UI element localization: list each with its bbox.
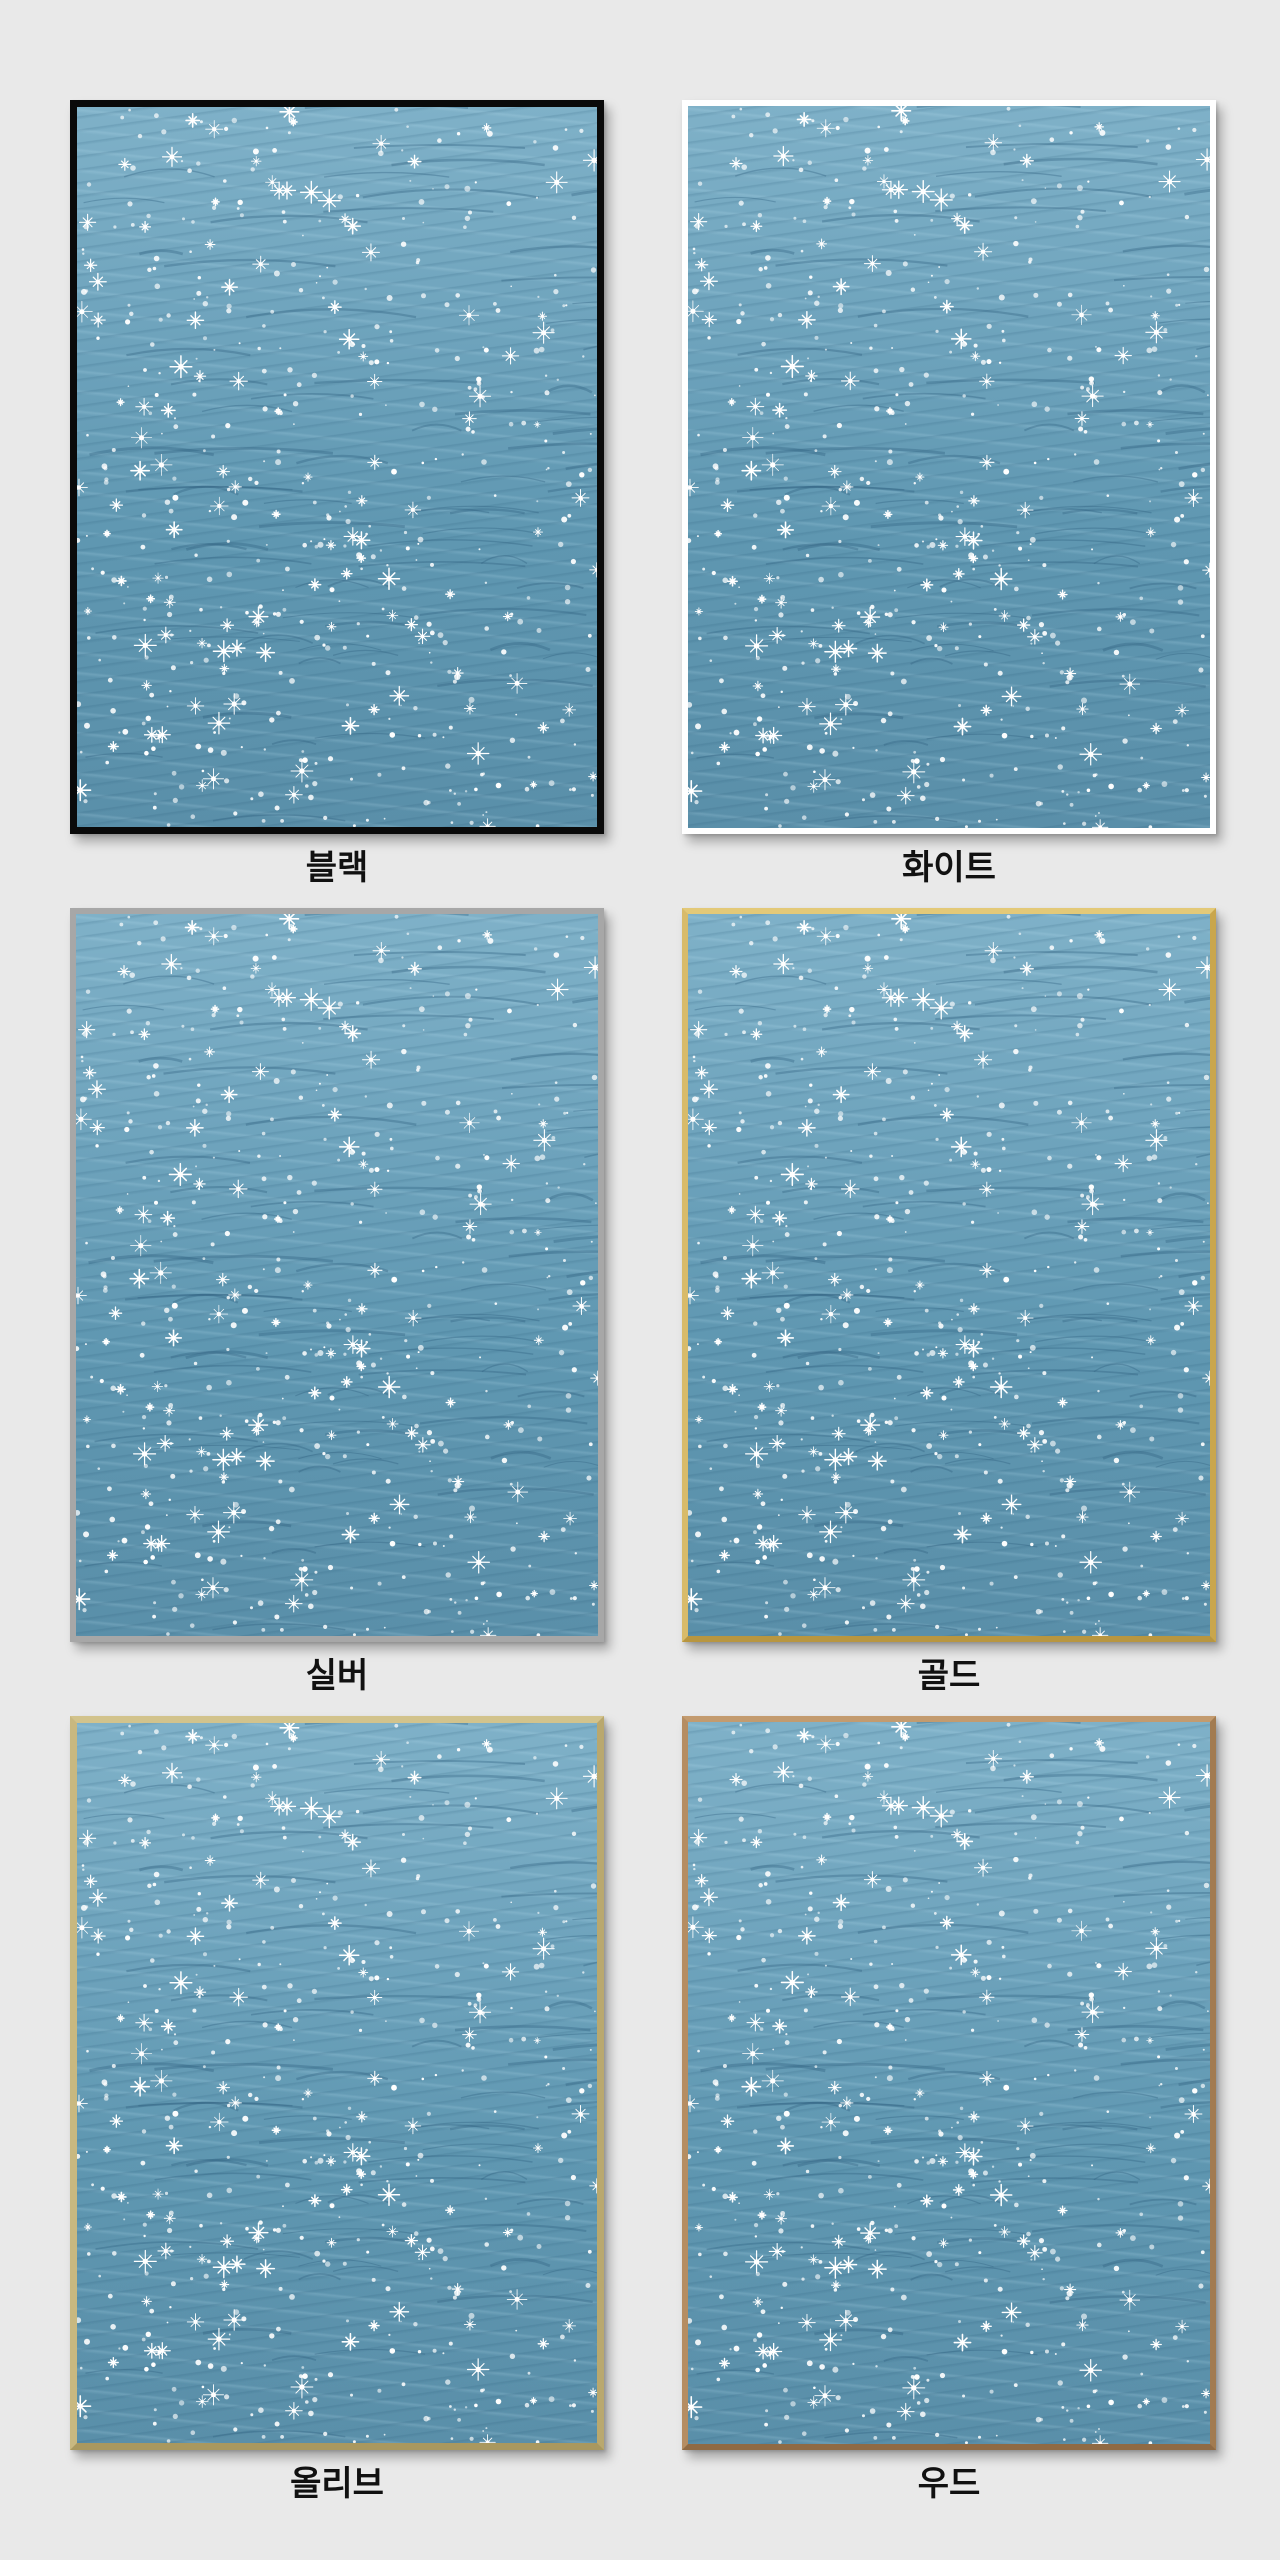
frame-option-wood[interactable]: 우드	[682, 1716, 1216, 2504]
sparkling-water-artwork	[77, 107, 597, 827]
frame-option-black[interactable]: 블랙	[70, 100, 604, 888]
frame-label-olive: 올리브	[290, 2464, 384, 2504]
black-frame[interactable]	[70, 100, 604, 834]
sparkle-texture	[688, 914, 1210, 1636]
olive-frame[interactable]	[70, 1716, 604, 2450]
sparkling-water-artwork	[77, 1723, 597, 2443]
frame-option-gold[interactable]: 골드	[682, 908, 1216, 1696]
sparkle-texture	[77, 1723, 597, 2443]
sparkling-water-artwork	[688, 1722, 1210, 2444]
white-frame[interactable]	[682, 100, 1216, 834]
sparkle-texture	[688, 1722, 1210, 2444]
sparkling-water-artwork	[76, 914, 598, 1636]
frame-label-white: 화이트	[902, 848, 996, 888]
frame-option-silver[interactable]: 실버	[70, 908, 604, 1696]
sparkling-water-artwork	[688, 106, 1210, 828]
frame-label-gold: 골드	[917, 1656, 981, 1696]
sparkle-texture	[77, 107, 597, 827]
frame-label-wood: 우드	[917, 2464, 981, 2504]
sparkle-texture	[688, 106, 1210, 828]
frame-option-white[interactable]: 화이트	[682, 100, 1216, 888]
sparkle-texture	[76, 914, 598, 1636]
frame-label-silver: 실버	[305, 1656, 369, 1696]
gold-frame[interactable]	[682, 908, 1216, 1642]
wood-frame[interactable]	[682, 1716, 1216, 2450]
sparkling-water-artwork	[688, 914, 1210, 1636]
frame-label-black: 블랙	[305, 848, 369, 888]
silver-frame[interactable]	[70, 908, 604, 1642]
frame-option-olive[interactable]: 올리브	[70, 1716, 604, 2504]
